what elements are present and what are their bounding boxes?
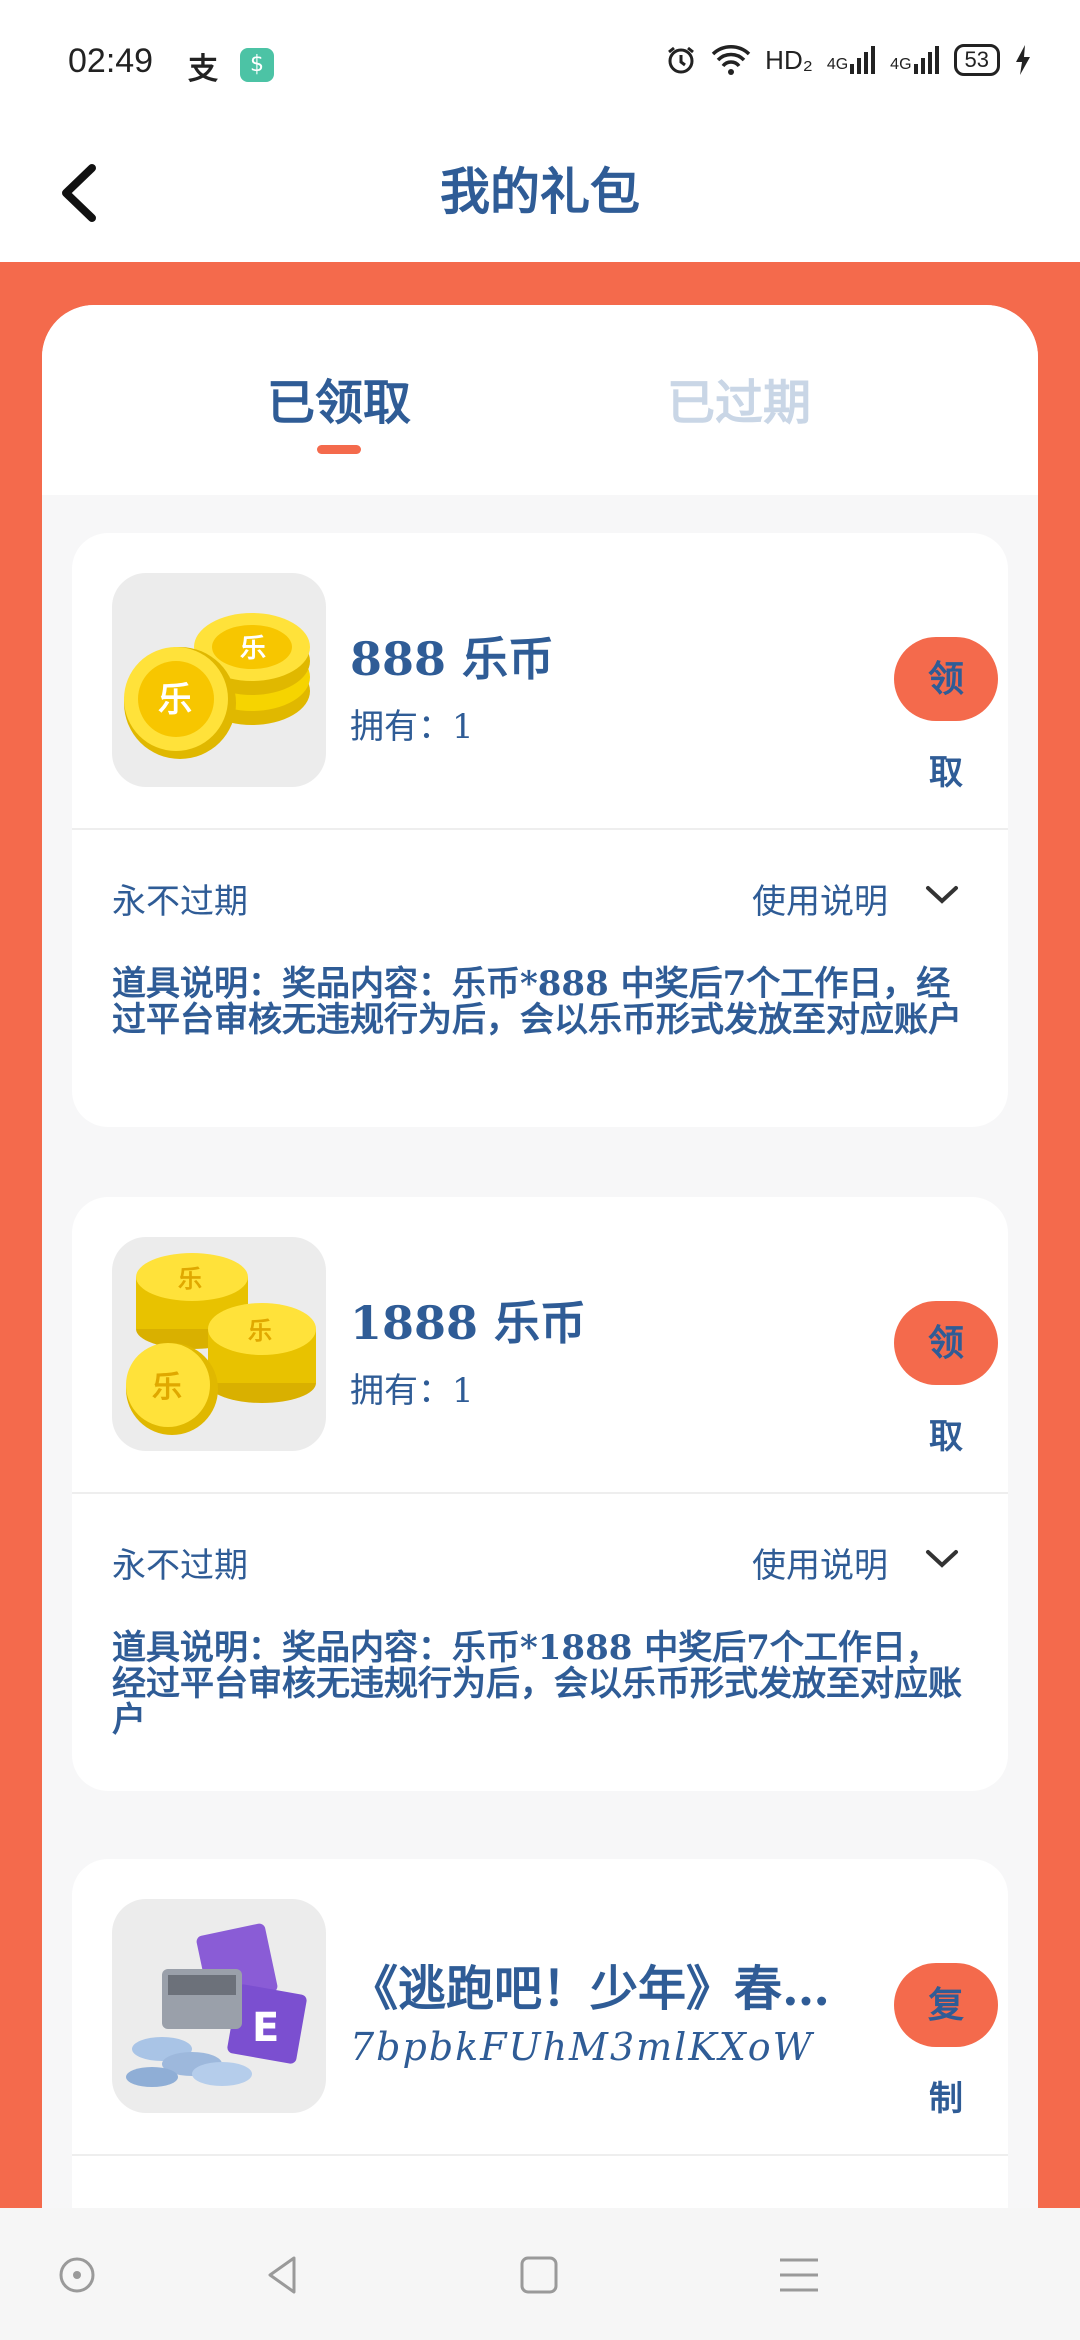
coins-stack-icon: 乐 乐 乐 bbox=[112, 1237, 326, 1451]
signal-2-icon: 4G bbox=[890, 46, 939, 74]
network-type-2: 4G bbox=[890, 56, 912, 73]
usage-instructions-toggle[interactable]: 使用说明 bbox=[752, 874, 888, 923]
svg-text:乐: 乐 bbox=[178, 1265, 202, 1293]
svg-text:乐: 乐 bbox=[248, 1317, 272, 1345]
back-nav-button[interactable] bbox=[256, 2248, 310, 2302]
copy-button[interactable]: 复 bbox=[894, 1963, 998, 2047]
gift-title: 888 乐币 bbox=[350, 632, 555, 686]
claim-button-label[interactable]: 取 bbox=[894, 1409, 998, 1458]
svg-text:乐: 乐 bbox=[158, 680, 192, 720]
tab-bar: 已领取 已过期 bbox=[42, 305, 1038, 495]
gift-description: 道具说明：奖品内容：乐币*888 中奖后7个工作日，经过平台审核无违规行为后，会… bbox=[112, 964, 962, 1040]
usage-instructions-toggle[interactable]: 使用说明 bbox=[752, 1538, 888, 1587]
gift-box-icon: E bbox=[112, 1899, 326, 2113]
status-time: 02:49 bbox=[68, 42, 154, 80]
gift-card-header: E 《逃跑吧！少年》春… 7bpbkFUhM3mlKXoW 复 制 bbox=[72, 1859, 1008, 2156]
gift-owned-count: 拥有：1 bbox=[350, 1371, 474, 1411]
circle-dot-icon bbox=[59, 2257, 95, 2293]
app-header: 我的礼包 bbox=[0, 130, 1080, 260]
svg-text:乐: 乐 bbox=[240, 634, 266, 664]
menu-nav-button[interactable] bbox=[772, 2248, 826, 2302]
chevron-down-icon[interactable] bbox=[924, 882, 960, 906]
app-notification-icon: $ bbox=[240, 48, 274, 82]
wifi-icon bbox=[711, 45, 751, 75]
triangle-back-icon bbox=[268, 2256, 296, 2294]
menu-icon bbox=[780, 2258, 818, 2292]
claim-button[interactable]: 领 bbox=[894, 1301, 998, 1385]
svg-text:乐: 乐 bbox=[152, 1370, 182, 1405]
redeem-code: 7bpbkFUhM3mlKXoW bbox=[350, 2025, 814, 2069]
home-nav-button[interactable] bbox=[512, 2248, 566, 2302]
alarm-icon bbox=[668, 46, 695, 74]
tab-claimed[interactable]: 已领取 bbox=[267, 363, 411, 433]
hd-indicator: HD₂ bbox=[765, 44, 813, 75]
gift-card: E 《逃跑吧！少年》春… 7bpbkFUhM3mlKXoW 复 制 bbox=[72, 1859, 1008, 2208]
tab-expired[interactable]: 已过期 bbox=[667, 363, 811, 433]
expiry-text: 永不过期 bbox=[112, 882, 248, 922]
claim-button[interactable]: 领 bbox=[894, 637, 998, 721]
svg-text:E: E bbox=[252, 2005, 279, 2051]
system-nav-bar bbox=[0, 2208, 1080, 2340]
chevron-down-icon[interactable] bbox=[924, 1546, 960, 1570]
status-bar: 02:49 支 $ HD₂ 4G 4G 53 bbox=[0, 0, 1080, 130]
network-type-1: 4G bbox=[826, 56, 849, 73]
gift-card-header: 乐 乐 乐 1888 乐币 拥有：1 领 取 bbox=[72, 1197, 1008, 1494]
copy-button-label[interactable]: 制 bbox=[894, 2071, 998, 2120]
tab-indicator bbox=[317, 445, 361, 454]
square-home-icon bbox=[520, 2256, 558, 2294]
expiry-text: 永不过期 bbox=[112, 1546, 248, 1586]
charging-icon bbox=[1016, 45, 1030, 75]
gift-title: 《逃跑吧！少年》春… bbox=[350, 1961, 831, 2017]
battery-icon: 53 bbox=[953, 44, 1000, 76]
page-title: 我的礼包 bbox=[440, 162, 640, 221]
gift-card: 乐 乐 888 乐币 拥有：1 领 取 永不过期 使用说明 道具说明：奖品内容：… bbox=[72, 533, 1008, 1127]
gift-card: 乐 乐 乐 1888 乐币 拥有：1 领 取 永不过期 使用说明 道具说明：奖品… bbox=[72, 1197, 1008, 1791]
status-icons: HD₂ 4G 4G 53 bbox=[665, 44, 1032, 76]
gift-title: 1888 乐币 bbox=[350, 1296, 587, 1350]
alipay-icon: 支 bbox=[188, 52, 218, 87]
claim-button-label[interactable]: 取 bbox=[894, 745, 998, 794]
gift-panel: 已领取 已过期 乐 乐 888 乐币 拥有：1 领 取 永不过期 使用说明 道具… bbox=[42, 305, 1038, 2208]
assistant-button[interactable] bbox=[50, 2248, 104, 2302]
coins-icon: 乐 乐 bbox=[112, 573, 326, 787]
signal-1-icon: 4G bbox=[827, 46, 876, 74]
gift-owned-count: 拥有：1 bbox=[350, 707, 474, 747]
gift-description: 道具说明：奖品内容：乐币*1888 中奖后7个工作日，经过平台审核无违规行为后，… bbox=[112, 1628, 962, 1740]
gift-card-header: 乐 乐 888 乐币 拥有：1 领 取 bbox=[72, 533, 1008, 830]
